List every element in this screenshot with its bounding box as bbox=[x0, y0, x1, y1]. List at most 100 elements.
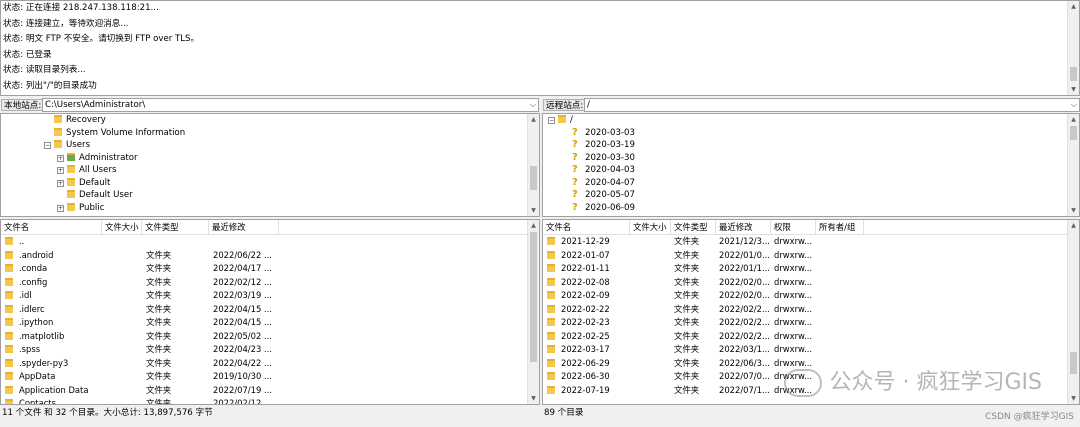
scrollbar-thumb[interactable] bbox=[530, 166, 537, 190]
scrollbar-thumb[interactable] bbox=[1070, 67, 1077, 81]
file-permissions-cell: drwxrw... bbox=[774, 263, 813, 273]
tree-node[interactable]: ? 2020-03-03 bbox=[572, 127, 635, 140]
folder-icon bbox=[547, 264, 555, 272]
file-type-cell: 文件夹 bbox=[674, 249, 700, 260]
remote-list-scrollbar[interactable]: ▲ ▼ bbox=[1067, 220, 1079, 404]
file-type-cell: 文件夹 bbox=[146, 398, 172, 405]
remote-tree-scrollbar[interactable]: ▲ ▼ bbox=[1067, 114, 1079, 216]
message-log-scrollbar[interactable]: ▲ ▼ bbox=[1067, 1, 1079, 95]
scroll-up-arrow-icon[interactable]: ▲ bbox=[1068, 1, 1079, 12]
table-row[interactable]: 2021-12-29 文件夹 2021/12/3... drwxrw... bbox=[543, 235, 1067, 249]
tree-node[interactable]: ? 2020-04-07 bbox=[572, 177, 635, 190]
local-directory-tree[interactable]: ▲ ▼ Recovery System Volume Information − Us… bbox=[0, 113, 540, 217]
scrollbar-thumb[interactable] bbox=[1070, 126, 1077, 140]
table-row[interactable]: 2022-03-17 文件夹 2022/03/1... drwxrw... bbox=[543, 343, 1067, 357]
file-modified-cell: 2022/03/1... bbox=[719, 344, 770, 354]
table-row[interactable]: 2022-02-25 文件夹 2022/02/2... drwxrw... bbox=[543, 330, 1067, 344]
file-name: 2022-02-25 bbox=[561, 330, 610, 341]
scroll-down-arrow-icon[interactable]: ▼ bbox=[1068, 393, 1079, 404]
scroll-up-arrow-icon[interactable]: ▲ bbox=[1068, 114, 1079, 125]
scroll-down-arrow-icon[interactable]: ▼ bbox=[1068, 84, 1079, 95]
table-row[interactable]: 2022-02-09 文件夹 2022/02/0... drwxrw... bbox=[543, 289, 1067, 303]
expand-icon[interactable]: + bbox=[57, 167, 64, 174]
collapse-icon[interactable]: − bbox=[44, 142, 51, 149]
chevron-down-icon[interactable]: ⌵ bbox=[530, 99, 536, 111]
tree-node[interactable]: ? 2020-03-19 bbox=[572, 139, 635, 152]
scrollbar-thumb[interactable] bbox=[1070, 352, 1077, 374]
table-row[interactable]: .spyder-py3 文件夹 2022/04/22 ... bbox=[1, 357, 527, 371]
scroll-down-arrow-icon[interactable]: ▼ bbox=[1068, 205, 1079, 216]
column-header-filesize[interactable]: 文件大小 bbox=[102, 220, 142, 235]
table-row[interactable]: Contacts 文件夹 2022/02/12 ... bbox=[1, 397, 527, 405]
table-row[interactable]: 2022-02-23 文件夹 2022/02/2... drwxrw... bbox=[543, 316, 1067, 330]
expand-icon[interactable]: + bbox=[57, 204, 64, 212]
file-modified-cell: 2022/02/0... bbox=[719, 276, 770, 287]
column-header-modified[interactable]: 最近修改 bbox=[716, 220, 771, 235]
table-row[interactable]: 2022-01-07 文件夹 2022/01/0... drwxrw... bbox=[543, 249, 1067, 263]
scroll-down-arrow-icon[interactable]: ▼ bbox=[528, 205, 539, 216]
tree-node[interactable]: + Public bbox=[57, 202, 104, 215]
expand-icon[interactable]: + bbox=[57, 179, 64, 187]
local-path-input[interactable]: C:\Users\Administrator\ ⌵ bbox=[42, 98, 539, 112]
scroll-down-arrow-icon[interactable]: ▼ bbox=[528, 393, 539, 404]
remote-path-input[interactable]: / ⌵ bbox=[584, 98, 1080, 112]
table-row[interactable]: .idlerc 文件夹 2022/04/15 ... bbox=[1, 303, 527, 317]
tree-node[interactable]: Recovery bbox=[44, 114, 106, 127]
tree-node[interactable]: + All Users bbox=[57, 164, 116, 177]
file-type-cell: 文件夹 bbox=[146, 317, 172, 327]
tree-node-label: Default User bbox=[79, 190, 133, 200]
table-row[interactable]: 2022-02-08 文件夹 2022/02/0... drwxrw... bbox=[543, 276, 1067, 290]
local-tree-scrollbar[interactable]: ▲ ▼ bbox=[527, 114, 539, 216]
table-row[interactable]: .. bbox=[1, 235, 527, 249]
column-header-filetype[interactable]: 文件类型 bbox=[142, 220, 209, 235]
tree-node[interactable]: System Volume Information bbox=[44, 127, 185, 140]
tree-node-root[interactable]: − / bbox=[548, 114, 573, 127]
file-name-cell: Application Data bbox=[5, 384, 101, 398]
local-path-value: C:\Users\Administrator\ bbox=[45, 100, 146, 110]
table-row[interactable]: 2022-02-22 文件夹 2022/02/2... drwxrw... bbox=[543, 303, 1067, 317]
scroll-up-arrow-icon[interactable]: ▲ bbox=[1068, 220, 1079, 231]
table-row[interactable]: .ipython 文件夹 2022/04/15 ... bbox=[1, 316, 527, 330]
scrollbar-thumb[interactable] bbox=[530, 232, 537, 362]
collapse-icon[interactable]: − bbox=[548, 117, 555, 124]
table-row[interactable]: 2022-01-11 文件夹 2022/01/1... drwxrw... bbox=[543, 262, 1067, 276]
file-name: Contacts bbox=[19, 398, 56, 405]
chevron-down-icon[interactable]: ⌵ bbox=[1071, 99, 1077, 111]
expand-icon[interactable]: + bbox=[57, 154, 64, 162]
tree-node-label: Public bbox=[79, 202, 105, 213]
table-row[interactable]: AppData 文件夹 2019/10/30 ... bbox=[1, 370, 527, 384]
local-list-scrollbar[interactable]: ▲ ▼ bbox=[527, 220, 539, 404]
tree-node[interactable]: ? 2020-06-09 bbox=[572, 202, 635, 215]
message-log[interactable]: 状态: 正在连接 218.247.138.118:21... 状态: 连接建立，等… bbox=[0, 0, 1080, 96]
column-header-filesize[interactable]: 文件大小 bbox=[630, 220, 671, 235]
table-row[interactable]: .spss 文件夹 2022/04/23 ... bbox=[1, 343, 527, 357]
remote-directory-tree[interactable]: ▲ ▼ − /? 2020-03-03? 2020-03-19? 2020-03-30?… bbox=[542, 113, 1080, 217]
table-row[interactable]: .config 文件夹 2022/02/12 ... bbox=[1, 276, 527, 290]
scroll-up-arrow-icon[interactable]: ▲ bbox=[528, 220, 539, 231]
table-row[interactable]: .android 文件夹 2022/06/22 ... bbox=[1, 249, 527, 263]
file-name: 2021-12-29 bbox=[561, 236, 610, 246]
tree-node[interactable]: + Default bbox=[57, 177, 110, 190]
local-file-list[interactable]: 文件名 文件大小 文件类型 最近修改 .. .android 文件夹 2022/06/… bbox=[0, 219, 540, 405]
unknown-folder-icon: ? bbox=[572, 139, 578, 150]
tree-node[interactable]: − Users bbox=[44, 139, 90, 152]
tree-node[interactable]: ? 2020-05-07 bbox=[572, 189, 635, 202]
tree-node[interactable]: ? 2020-03-30 bbox=[572, 152, 635, 165]
tree-node[interactable]: Default User bbox=[57, 189, 133, 202]
table-row[interactable]: Application Data 文件夹 2022/07/19 ... bbox=[1, 384, 527, 398]
column-header-permissions[interactable]: 权限 bbox=[771, 220, 816, 235]
table-row[interactable]: .matplotlib 文件夹 2022/05/02 ... bbox=[1, 330, 527, 344]
column-header-filename[interactable]: 文件名 bbox=[1, 220, 102, 235]
file-modified-cell: 2022/04/15 ... bbox=[213, 317, 272, 327]
folder-icon bbox=[5, 264, 13, 272]
scroll-up-arrow-icon[interactable]: ▲ bbox=[528, 114, 539, 125]
csdn-watermark: CSDN @疯狂学习GIS bbox=[985, 412, 1074, 422]
column-header-owner-group[interactable]: 所有者/组 bbox=[816, 220, 864, 235]
column-header-filename[interactable]: 文件名 bbox=[543, 220, 630, 235]
column-header-modified[interactable]: 最近修改 bbox=[209, 220, 279, 235]
tree-node[interactable]: + Administrator bbox=[57, 152, 138, 165]
table-row[interactable]: .conda 文件夹 2022/04/17 ... bbox=[1, 262, 527, 276]
table-row[interactable]: .idl 文件夹 2022/03/19 ... bbox=[1, 289, 527, 303]
column-header-filetype[interactable]: 文件类型 bbox=[671, 220, 716, 235]
tree-node[interactable]: ? 2020-04-03 bbox=[572, 164, 635, 177]
